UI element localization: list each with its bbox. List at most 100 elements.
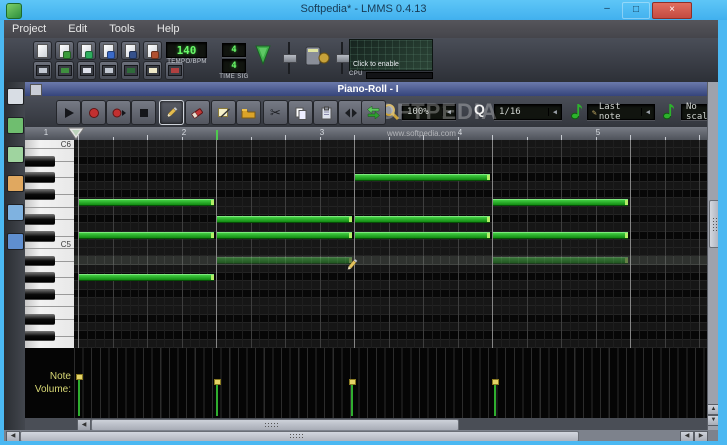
black-key[interactable] [25, 288, 55, 300]
bb-editor-icon [57, 65, 72, 76]
output-visualizer[interactable]: Click to enable [349, 39, 433, 71]
volume-stem[interactable] [78, 376, 80, 416]
record-accompany-button[interactable] [106, 100, 131, 125]
record-button[interactable] [81, 100, 106, 125]
detune-mode-button[interactable] [236, 100, 261, 125]
grid-line [345, 140, 347, 348]
master-pitch-slider-handle[interactable] [336, 54, 350, 63]
menu-project[interactable]: Project [12, 23, 46, 35]
volume-stem[interactable] [216, 381, 218, 416]
note-Ds5[interactable] [217, 215, 352, 223]
bb-editor-button[interactable] [55, 61, 74, 80]
black-key[interactable] [25, 189, 55, 200]
cut-button[interactable]: ✂ [263, 100, 288, 125]
grid-line [405, 140, 407, 348]
open-project-button[interactable] [55, 41, 74, 60]
paste-button[interactable] [313, 100, 338, 125]
note-As4[interactable] [217, 257, 352, 265]
open-recent-project-button[interactable] [77, 41, 96, 60]
note-volume-graph[interactable] [74, 348, 707, 418]
black-key[interactable] [25, 272, 55, 284]
note-Gs5[interactable] [355, 174, 490, 182]
note-Cs5[interactable] [79, 232, 214, 240]
note-F5[interactable] [79, 199, 214, 207]
volume-stem-handle[interactable] [214, 379, 221, 385]
zoom-level-dropdown[interactable]: 100% ◀ [402, 104, 456, 120]
copy-button[interactable] [288, 100, 313, 125]
grid-line [336, 140, 338, 348]
flip-vertical-button[interactable] [361, 100, 386, 125]
grid-line [181, 140, 183, 348]
playhead-marker[interactable] [67, 127, 85, 140]
volume-stem[interactable] [494, 381, 496, 416]
piano-keyboard[interactable]: C6 C5 [25, 140, 74, 348]
stop-button[interactable] [131, 100, 156, 125]
black-key[interactable] [25, 230, 55, 242]
timesig-numerator-lcd[interactable]: 4 [222, 43, 246, 57]
automation-editor-button[interactable] [99, 61, 118, 80]
grid-line [155, 140, 157, 348]
note-As4[interactable] [493, 257, 628, 265]
maximize-button[interactable]: □ [622, 2, 650, 19]
sidebar-item-instrument-plugins[interactable] [7, 88, 24, 105]
select-mode-button[interactable] [211, 100, 236, 125]
note-Ds5[interactable] [355, 215, 490, 223]
timesig-denominator: 4 [231, 61, 237, 71]
song-editor-button[interactable] [33, 61, 52, 80]
piano-roll-toolbar: 100% ◀ Q 1/16 ◀ ✎ Last note ◀ No scale S… [25, 96, 727, 128]
volume-stem-handle[interactable] [349, 379, 356, 385]
note-Cs5[interactable] [355, 232, 490, 240]
timesig-numerator: 4 [231, 45, 237, 55]
sidebar-item-my-projects[interactable] [7, 117, 24, 134]
piano-roll-window-button[interactable] [77, 61, 96, 80]
play-button[interactable] [56, 100, 81, 125]
volume-label-panel: Note Volume: [25, 348, 74, 418]
fx-mixer-button[interactable] [121, 61, 140, 80]
sidebar-item-my-home[interactable] [7, 204, 24, 221]
piano-roll-titlebar[interactable]: Piano-Roll - I [25, 82, 711, 96]
note-length-icon [571, 104, 583, 120]
recover-project-button[interactable] [99, 41, 118, 60]
workspace-hscrollbar: ◀ ◀ ▶ [4, 430, 718, 442]
grid-line [664, 140, 666, 348]
master-pitch-knob[interactable] [304, 44, 330, 70]
black-key[interactable] [25, 330, 55, 342]
timesig-denominator-lcd[interactable]: 4 [222, 59, 246, 73]
piano-roll-timeline[interactable]: www.softpedia.com 1 2 3 4 5 [25, 127, 711, 141]
erase-mode-button[interactable] [185, 100, 210, 125]
menu-help[interactable]: Help [157, 23, 180, 35]
volume-stem-handle[interactable] [76, 374, 83, 380]
menu-edit[interactable]: Edit [68, 23, 87, 35]
new-project-button[interactable] [33, 41, 52, 60]
tempo-lcd[interactable]: 140 [166, 42, 207, 58]
black-key[interactable] [25, 172, 55, 184]
note-length-dropdown[interactable]: ✎ Last note ◀ [587, 102, 655, 122]
master-volume-slider-handle[interactable] [283, 54, 297, 63]
volume-stem[interactable] [351, 381, 353, 416]
piano-roll-window-icon [79, 65, 94, 76]
minimize-button[interactable]: – [594, 2, 620, 17]
draw-mode-button[interactable] [159, 100, 184, 125]
close-button[interactable]: × [652, 2, 692, 19]
black-key[interactable] [25, 155, 55, 167]
note-grid[interactable] [74, 140, 707, 348]
sidebar-item-my-computer[interactable] [7, 233, 24, 250]
flip-horizontal-button[interactable] [338, 100, 363, 125]
menu-tools[interactable]: Tools [109, 23, 135, 35]
black-key[interactable] [25, 313, 55, 325]
black-key[interactable] [25, 255, 55, 267]
note-Cs5[interactable] [217, 232, 352, 240]
note-F5[interactable] [493, 199, 628, 207]
black-key[interactable] [25, 214, 55, 225]
note-Cs5[interactable] [493, 232, 628, 240]
volume-stem-handle[interactable] [492, 379, 499, 385]
sidebar-item-my-samples[interactable] [7, 146, 24, 163]
sidebar-item-my-presets[interactable] [7, 175, 24, 192]
tempo-label: TEMPO/BPM [167, 59, 207, 65]
master-volume-knob[interactable] [253, 44, 273, 66]
export-project-button[interactable] [143, 41, 162, 60]
save-project-button[interactable] [121, 41, 140, 60]
quantize-dropdown[interactable]: 1/16 ◀ [494, 104, 562, 120]
note-Gs4[interactable] [79, 273, 214, 281]
note-volume-label: Note Volume: [34, 371, 71, 395]
